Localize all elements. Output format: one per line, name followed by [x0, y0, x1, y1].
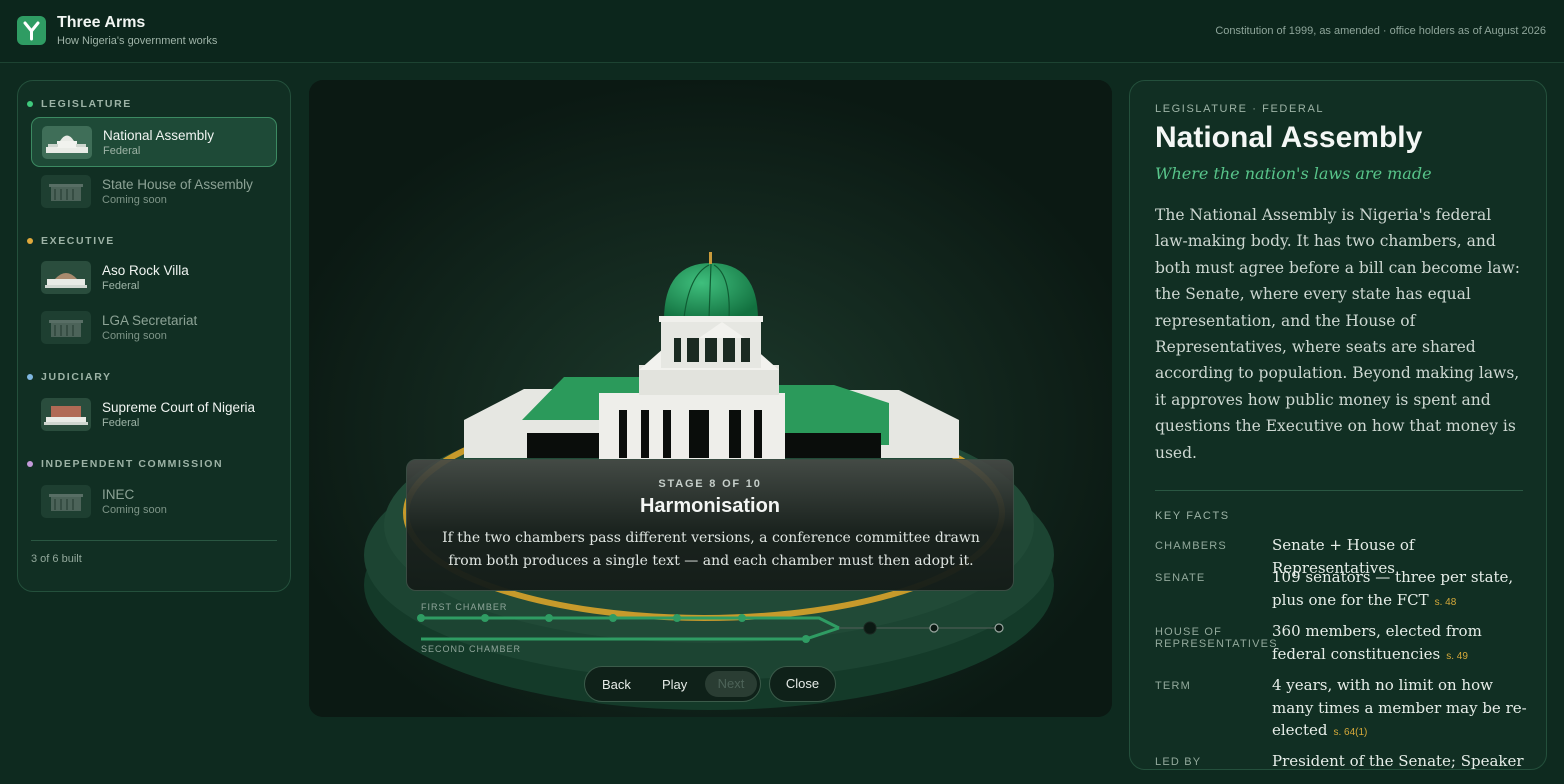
section-commission-text: INDEPENDENT COMMISSION — [41, 458, 224, 470]
detail-tagline: Where the nation's laws are made — [1155, 164, 1432, 183]
sidebar-item-label: LGA Secretariat — [102, 313, 198, 328]
court-icon — [41, 398, 91, 431]
constitution-note: Constitution of 1999, as amended · offic… — [1215, 25, 1546, 37]
section-executive-text: EXECUTIVE — [41, 235, 115, 247]
detail-divider — [1155, 490, 1523, 491]
stage-caption-card: STAGE 8 OF 10 Harmonisation If the two c… — [406, 459, 1014, 591]
fact-key: TERM — [1155, 680, 1191, 692]
building-icon — [41, 311, 91, 344]
sidebar-item-state-house[interactable]: State House of Assembly Coming soon — [31, 167, 277, 217]
building-icon — [41, 485, 91, 518]
next-button[interactable]: Next — [705, 671, 757, 697]
stage-description: If the two chambers pass different versi… — [442, 530, 980, 569]
track-label-second-chamber: SECOND CHAMBER — [421, 644, 522, 654]
fact-value: President of the Senate; Speaker of — [1272, 750, 1530, 770]
sidebar-item-aso-rock[interactable]: Aso Rock Villa Federal — [31, 253, 277, 303]
fact-value: 360 members, elected from federal consti… — [1272, 620, 1530, 668]
sidebar-item-tag: Federal — [102, 417, 140, 429]
section-label-judiciary: JUDICIARY — [27, 371, 112, 383]
sidebar-divider — [31, 540, 277, 541]
app-title: Three Arms — [57, 14, 146, 31]
detail-description: The National Assembly is Nigeria's feder… — [1155, 206, 1521, 462]
section-label-commission: INDEPENDENT COMMISSION — [27, 458, 224, 470]
section-judiciary-text: JUDICIARY — [41, 371, 112, 383]
fact-value-text: 109 senators — three per state, plus one… — [1272, 568, 1514, 609]
building-icon — [41, 175, 91, 208]
sidebar: LEGISLATURE National Assembly Federal St… — [17, 80, 291, 592]
sidebar-item-label: Supreme Court of Nigeria — [102, 400, 256, 415]
villa-icon — [41, 261, 91, 294]
sidebar-item-label: National Assembly — [103, 128, 215, 143]
sidebar-item-lga-secretariat[interactable]: LGA Secretariat Coming soon — [31, 303, 277, 353]
fact-value-text: President of the Senate; Speaker of — [1272, 752, 1524, 770]
playback-controls: Back Play Next — [584, 666, 761, 702]
play-button[interactable]: Play — [662, 677, 687, 692]
sidebar-item-national-assembly[interactable]: National Assembly Federal — [31, 117, 277, 167]
sidebar-item-tag: Coming soon — [102, 504, 167, 516]
app-header: Three Arms How Nigeria's government work… — [0, 0, 1564, 63]
section-legislature-text: LEGISLATURE — [41, 98, 132, 110]
sidebar-item-tag: Coming soon — [102, 194, 167, 206]
stage-counter: STAGE 8 OF 10 — [658, 478, 762, 490]
stage-title: Harmonisation — [639, 495, 781, 517]
sidebar-item-label: INEC — [102, 487, 135, 502]
fact-key: CHAMBERS — [1155, 540, 1227, 552]
detail-title: National Assembly — [1155, 121, 1423, 154]
section-reference[interactable]: s. 49 — [1446, 651, 1468, 662]
sidebar-item-label: Aso Rock Villa — [102, 263, 189, 278]
built-count: 3 of 6 built — [31, 553, 82, 565]
close-button[interactable]: Close — [769, 666, 836, 702]
section-label-executive: EXECUTIVE — [27, 235, 115, 247]
fact-value-text: 4 years, with no limit on how many times… — [1272, 676, 1527, 739]
national-assembly-3d-model[interactable] — [309, 80, 1112, 717]
sidebar-item-tag: Federal — [103, 145, 141, 157]
section-reference[interactable]: s. 48 — [1435, 597, 1457, 608]
stage-viewport[interactable]: STAGE 8 OF 10 Harmonisation If the two c… — [309, 80, 1112, 717]
fact-key: LED BY — [1155, 756, 1202, 768]
fact-value: 4 years, with no limit on how many times… — [1272, 674, 1530, 745]
judiciary-dot-icon — [27, 374, 33, 380]
back-button[interactable]: Back — [602, 677, 631, 692]
executive-dot-icon — [27, 238, 33, 244]
legislature-dot-icon — [27, 101, 33, 107]
fact-key: HOUSE OF REPRESENTATIVES — [1155, 626, 1278, 650]
sidebar-item-inec[interactable]: INEC Coming soon — [31, 477, 277, 527]
section-reference[interactable]: s. 64(1) — [1333, 727, 1367, 738]
app-subtitle: How Nigeria's government works — [57, 35, 218, 47]
fact-key: SENATE — [1155, 572, 1206, 584]
commission-dot-icon — [27, 461, 33, 467]
track-label-first-chamber: FIRST CHAMBER — [421, 602, 508, 612]
fact-value: 109 senators — three per state, plus one… — [1272, 566, 1530, 614]
section-label-legislature: LEGISLATURE — [27, 98, 132, 110]
sidebar-item-tag: Coming soon — [102, 330, 167, 342]
key-facts-heading: KEY FACTS — [1155, 510, 1230, 522]
dome-building-icon — [42, 126, 92, 159]
detail-kicker: LEGISLATURE · FEDERAL — [1155, 103, 1325, 115]
detail-panel: LEGISLATURE · FEDERAL National Assembly … — [1129, 80, 1547, 770]
sidebar-item-label: State House of Assembly — [102, 177, 253, 192]
app-logo-icon — [17, 16, 46, 45]
sidebar-item-supreme-court[interactable]: Supreme Court of Nigeria Federal — [31, 390, 277, 440]
sidebar-item-tag: Federal — [102, 280, 140, 292]
